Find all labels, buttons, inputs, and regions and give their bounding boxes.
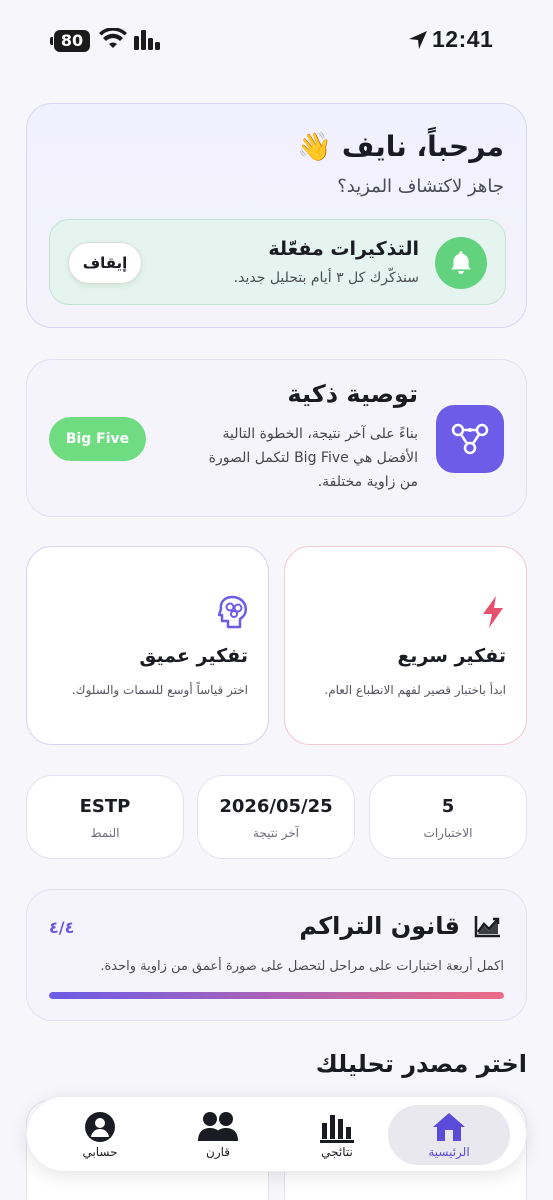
recommendation-text: بناءً على آخر نتيجة، الخطوة التالية الأف… (208, 426, 418, 490)
stat-label: آخر نتيجة (253, 826, 299, 840)
fast-thinking-card[interactable]: تفكير سريع ابدأ باختبار قصير لفهم الانطب… (284, 546, 527, 745)
lightning-icon (483, 596, 503, 628)
nav-home[interactable]: الرئيسية (388, 1105, 510, 1165)
wifi-icon (99, 28, 127, 48)
reminder-banner: التذكيرات مفعّلة سنذكّرك كل ٣ أيام بتحلي… (49, 219, 506, 305)
status-bar: 80 12:41 (0, 0, 553, 84)
smart-recommendation-card[interactable]: توصية ذكية بناءً على آخر نتيجة، الخطوة ا… (26, 359, 527, 517)
stat-label: النمط (90, 826, 120, 840)
stat-value: 2026/05/25 (219, 796, 333, 817)
bar-chart-icon (320, 1115, 354, 1143)
profile-icon (85, 1112, 115, 1142)
stat-type: ESTP النمط (26, 775, 184, 859)
nav-account[interactable]: حسابي (39, 1105, 161, 1165)
progress-fill (49, 992, 504, 999)
nav-label: قارن (206, 1145, 230, 1159)
section-title: اختر مصدر تحليلك (315, 1050, 527, 1078)
signal-icon (134, 30, 160, 50)
accumulation-card: قانون التراكم ٤/٤ اكمل أربعة اختبارات عل… (26, 889, 527, 1021)
stat-label: الاختبارات (423, 826, 473, 840)
reminder-subtitle: سنذكّرك كل ٣ أيام بتحليل جديد. (233, 270, 419, 286)
nav-label: الرئيسية (428, 1145, 470, 1159)
accumulation-progress-bar (49, 992, 504, 999)
welcome-subtitle: جاهز لاكتشاف المزيد؟ (337, 176, 504, 197)
fast-thinking-subtitle: ابدأ باختبار قصير لفهم الانطباع العام. (324, 683, 506, 697)
brain-icon (218, 595, 248, 629)
home-icon (433, 1113, 465, 1141)
location-arrow-icon (409, 31, 427, 49)
battery-indicator: 80 (50, 30, 90, 52)
stat-value: 5 (441, 796, 455, 817)
nav-compare[interactable]: قارن (157, 1105, 279, 1165)
big-five-button[interactable]: Big Five (49, 417, 146, 461)
deep-thinking-card[interactable]: تفكير عميق اختر قياساً أوسع للسمات والسل… (26, 546, 269, 745)
nodes-icon (436, 405, 504, 473)
accumulation-title: قانون التراكم (299, 912, 460, 940)
accumulation-count: ٤/٤ (49, 918, 75, 937)
fast-thinking-title: تفكير سريع (397, 645, 506, 667)
stop-reminders-button[interactable]: إيقاف (68, 242, 142, 284)
nav-label: حسابي (82, 1145, 118, 1159)
stat-last-result: 2026/05/25 آخر نتيجة (197, 775, 355, 859)
nav-results[interactable]: نتائجي (276, 1105, 398, 1165)
stat-value: ESTP (79, 796, 131, 817)
welcome-card: مرحباً، نايف 👋 جاهز لاكتشاف المزيد؟ التذ… (26, 103, 527, 328)
deep-thinking-title: تفكير عميق (139, 645, 248, 667)
recommendation-title: توصية ذكية (287, 380, 418, 408)
chart-trend-icon (474, 916, 500, 938)
people-icon (198, 1112, 238, 1141)
accumulation-subtitle: اكمل أربعة اختبارات على مراحل لتحصل على … (100, 959, 504, 974)
welcome-title: مرحباً، نايف 👋 (297, 130, 504, 163)
deep-thinking-subtitle: اختر قياساً أوسع للسمات والسلوك. (71, 683, 248, 697)
stat-tests: 5 الاختبارات (369, 775, 527, 859)
clock: 12:41 (432, 26, 494, 52)
bell-icon (435, 237, 487, 289)
nav-label: نتائجي (321, 1145, 353, 1159)
reminder-title: التذكيرات مفعّلة (268, 238, 419, 260)
bottom-nav: الرئيسية نتائجي قارن حسابي (26, 1096, 527, 1172)
